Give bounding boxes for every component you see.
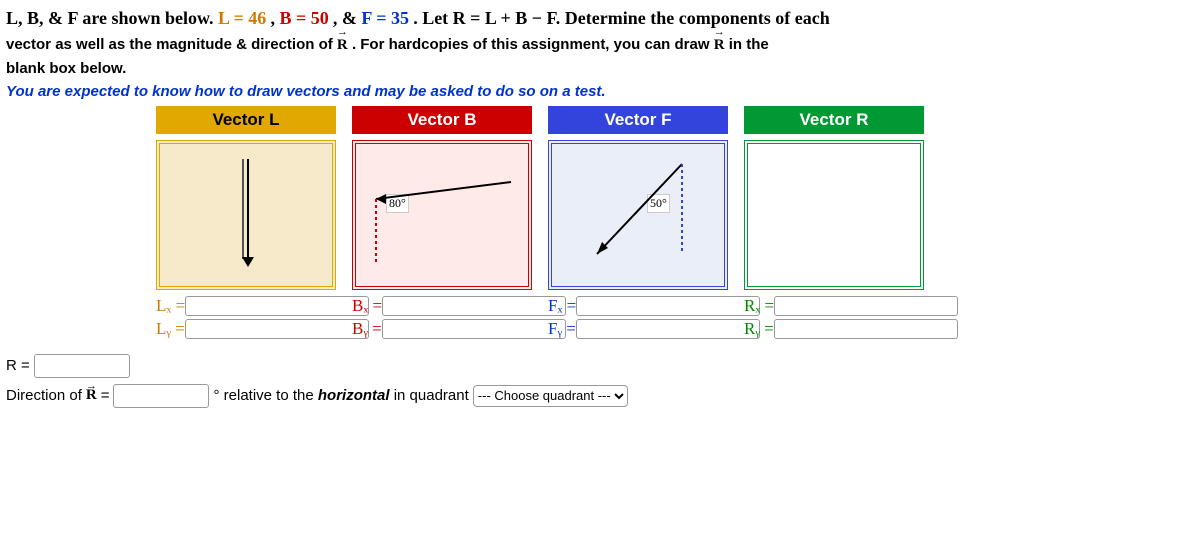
r-vector-symbol: →R bbox=[337, 33, 348, 57]
label-ly: Lᵧ = bbox=[156, 319, 185, 339]
relative-text: ° relative to the horizontal in quadrant bbox=[213, 387, 468, 404]
input-by[interactable] bbox=[382, 319, 566, 339]
canvas-vector-r bbox=[744, 140, 924, 290]
header-vector-l: Vector L bbox=[156, 106, 336, 134]
label-fy: Fᵧ = bbox=[548, 319, 576, 339]
l-value: L = 46 bbox=[218, 8, 266, 28]
r-vector-symbol: →R bbox=[86, 387, 97, 404]
direction-label-pre: Direction of bbox=[6, 387, 82, 404]
input-bx[interactable] bbox=[382, 296, 566, 316]
direction-label-post: = bbox=[101, 387, 110, 404]
r-magnitude-label: R = bbox=[6, 357, 30, 374]
panel-vector-f: Vector F 50° Fₓ = Fᵧ = bbox=[548, 106, 728, 342]
input-r-magnitude[interactable] bbox=[34, 354, 130, 378]
canvas-vector-l bbox=[156, 140, 336, 290]
header-vector-f: Vector F bbox=[548, 106, 728, 134]
r-vector-symbol: →R bbox=[714, 33, 725, 57]
header-vector-b: Vector B bbox=[352, 106, 532, 134]
b-value: B = 50 bbox=[279, 8, 328, 28]
panel-vector-l: Vector L Lₓ = Lᵧ = bbox=[156, 106, 336, 342]
label-ry: Rᵧ = bbox=[744, 319, 774, 339]
bottom-inputs: R = Direction of →R = ° relative to the … bbox=[6, 354, 1194, 408]
panel-vector-b: Vector B 80° Bₓ = Bᵧ = bbox=[352, 106, 532, 342]
input-fy[interactable] bbox=[576, 319, 760, 339]
panel-vector-r: Vector R Rₓ = Rᵧ = bbox=[744, 106, 924, 342]
input-ly[interactable] bbox=[185, 319, 369, 339]
intro-prefix: L, B, & F are shown below. bbox=[6, 8, 218, 28]
r-definition: Let R = L + B − F. Determine the compone… bbox=[422, 8, 830, 28]
input-lx[interactable] bbox=[185, 296, 369, 316]
problem-intro: L, B, & F are shown below. L = 46 , B = … bbox=[6, 4, 1194, 81]
quadrant-select[interactable]: --- Choose quadrant --- bbox=[473, 385, 628, 407]
label-by: Bᵧ = bbox=[352, 319, 382, 339]
vector-panels: Vector L Lₓ = Lᵧ = Vector B 80° Bₓ = Bᵧ … bbox=[156, 106, 1194, 342]
label-rx: Rₓ = bbox=[744, 296, 774, 316]
label-lx: Lₓ = bbox=[156, 296, 185, 316]
input-rx[interactable] bbox=[774, 296, 958, 316]
input-fx[interactable] bbox=[576, 296, 760, 316]
test-note: You are expected to know how to draw vec… bbox=[6, 83, 1194, 100]
canvas-vector-f: 50° bbox=[548, 140, 728, 290]
input-r-direction[interactable] bbox=[113, 384, 209, 408]
canvas-vector-b: 80° bbox=[352, 140, 532, 290]
label-bx: Bₓ = bbox=[352, 296, 382, 316]
header-vector-r: Vector R bbox=[744, 106, 924, 134]
label-fx: Fₓ = bbox=[548, 296, 576, 316]
input-ry[interactable] bbox=[774, 319, 958, 339]
f-value: F = 35 bbox=[361, 8, 409, 28]
